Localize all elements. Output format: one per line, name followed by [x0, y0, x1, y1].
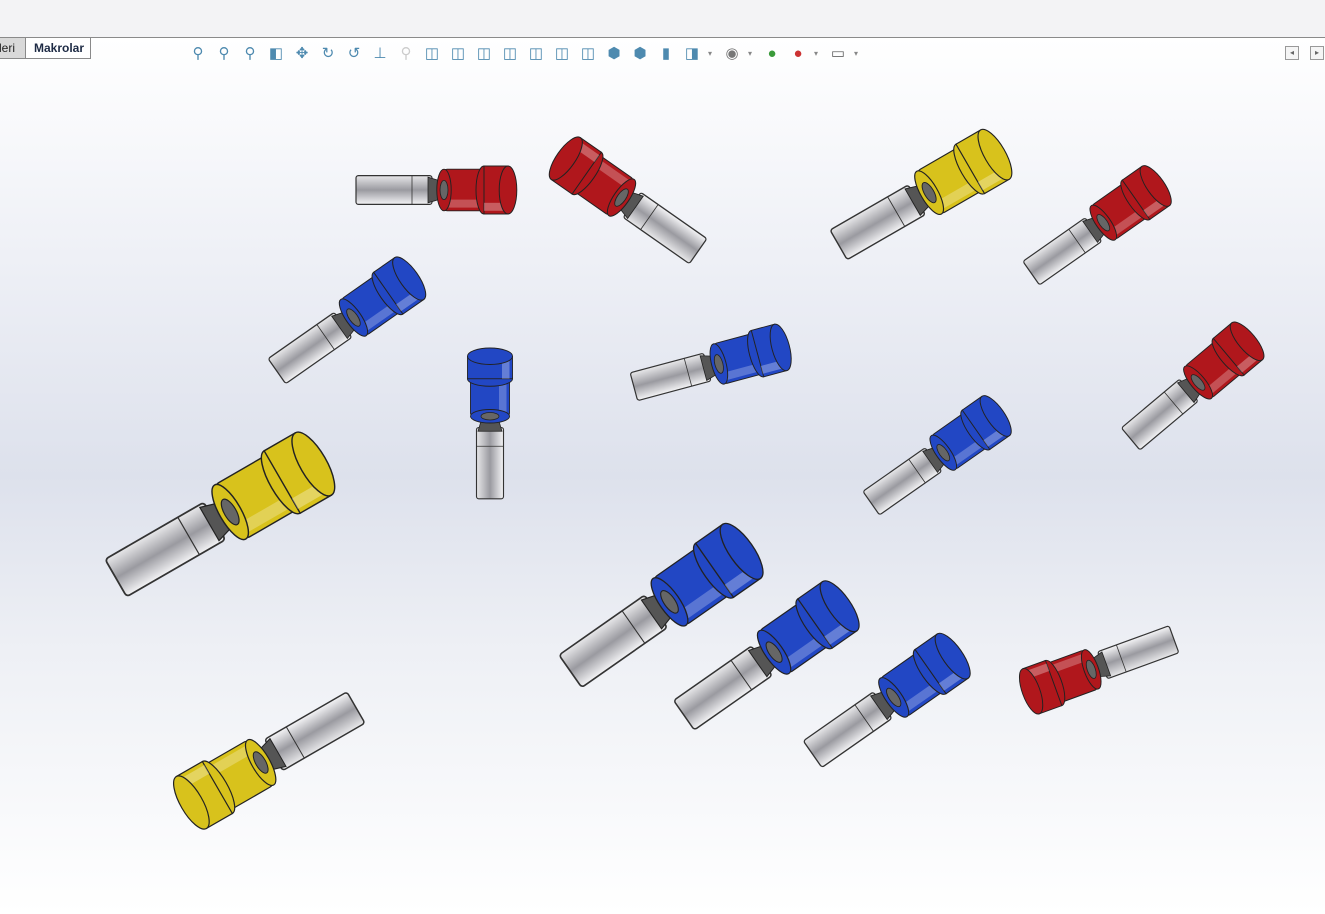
connector-red[interactable]: [1115, 317, 1269, 457]
connector-yellow[interactable]: [167, 682, 371, 834]
model-scene[interactable]: [0, 0, 1325, 914]
connector-yellow[interactable]: [98, 426, 343, 609]
connector-red[interactable]: [1017, 161, 1176, 293]
connector-red[interactable]: [355, 165, 518, 215]
connector-blue[interactable]: [262, 252, 431, 392]
connector-blue[interactable]: [857, 391, 1016, 523]
connector-yellow[interactable]: [824, 125, 1018, 270]
connector-blue[interactable]: [797, 628, 976, 776]
connector-blue[interactable]: [628, 322, 796, 410]
connector-red[interactable]: [1015, 617, 1183, 717]
connector-blue[interactable]: [467, 347, 513, 500]
connector-red[interactable]: [544, 132, 713, 272]
